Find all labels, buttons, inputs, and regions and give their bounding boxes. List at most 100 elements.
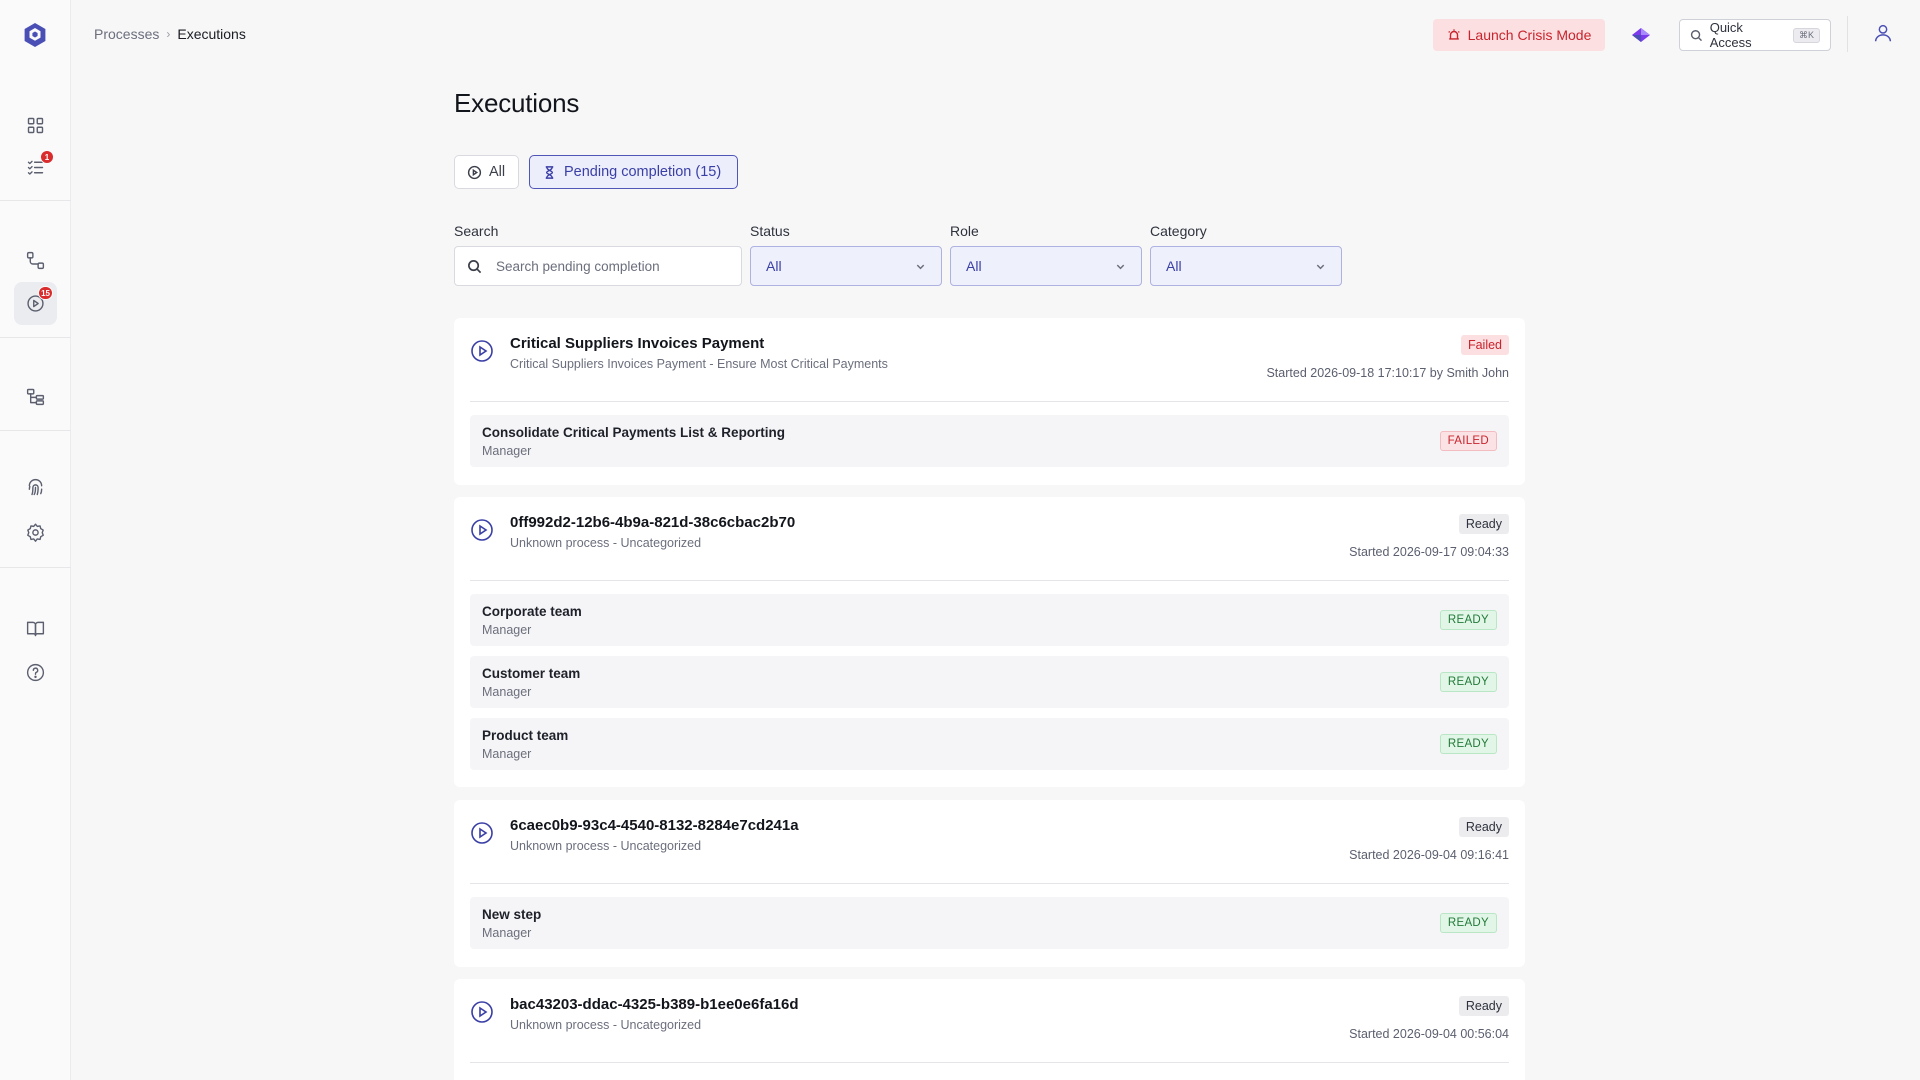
step-status-badge: READY bbox=[1439, 913, 1497, 933]
sidebar-item-processes[interactable] bbox=[20, 245, 50, 275]
execution-title[interactable]: bac43203-ddac-4325-b389-b1ee0e6fa16d bbox=[510, 996, 799, 1013]
step-name: Consolidate Critical Payments List & Rep… bbox=[482, 425, 786, 440]
role-select-value: All bbox=[966, 258, 982, 274]
step-status-badge: FAILED bbox=[1439, 431, 1497, 451]
step-role: Manager bbox=[482, 685, 532, 699]
executions-badge: 15 bbox=[38, 286, 53, 300]
step-role: Manager bbox=[482, 747, 532, 761]
step-row[interactable]: Consolidate Critical Payments List & Rep… bbox=[470, 415, 1509, 467]
status-badge: Failed bbox=[1460, 335, 1509, 355]
sidebar-divider bbox=[0, 430, 71, 431]
book-icon bbox=[26, 621, 44, 636]
step-status-badge: READY bbox=[1439, 672, 1497, 692]
sidebar-divider bbox=[0, 567, 71, 568]
execution-subtitle: Critical Suppliers Invoices Payment - En… bbox=[510, 357, 888, 371]
step-role: Manager bbox=[482, 926, 532, 940]
tasks-badge: 1 bbox=[40, 150, 54, 164]
execution-title[interactable]: 0ff992d2-12b6-4b9a-821d-38c6cbac2b70 bbox=[510, 514, 795, 531]
status-label: Status bbox=[750, 223, 790, 239]
sidebar-item-organization[interactable] bbox=[20, 381, 50, 411]
execution-started: Started 2026-09-18 17:10:17 by Smith Joh… bbox=[1266, 366, 1509, 380]
keyboard-shortcut: ⌘K bbox=[1792, 27, 1820, 43]
execution-card[interactable]: 0ff992d2-12b6-4b9a-821d-38c6cbac2b70 Unk… bbox=[454, 497, 1525, 787]
sidebar-item-executions[interactable]: 15 bbox=[14, 282, 57, 325]
fingerprint-icon bbox=[28, 478, 42, 495]
role-label: Role bbox=[950, 223, 979, 239]
breadcrumb: Processes › Executions bbox=[94, 26, 246, 42]
step-status-badge: READY bbox=[1439, 734, 1497, 754]
status-select[interactable]: All bbox=[750, 246, 942, 286]
sidebar-divider bbox=[0, 200, 71, 201]
breadcrumb-current: Executions bbox=[177, 26, 246, 42]
status-badge: Ready bbox=[1458, 514, 1509, 534]
step-row[interactable]: Customer team Manager READY bbox=[470, 656, 1509, 708]
step-name: Customer team bbox=[482, 666, 581, 681]
card-divider bbox=[470, 1062, 1509, 1063]
tab-pending-completion[interactable]: Pending completion (15) bbox=[529, 155, 738, 189]
sidebar-item-security[interactable] bbox=[20, 472, 50, 502]
sidebar-item-dashboard[interactable] bbox=[20, 110, 50, 140]
sidebar-item-tasks[interactable]: 1 bbox=[20, 150, 54, 182]
breadcrumb-processes-link[interactable]: Processes bbox=[94, 26, 159, 42]
category-select-value: All bbox=[1166, 258, 1182, 274]
gear-icon bbox=[26, 522, 44, 542]
step-status-badge: READY bbox=[1439, 610, 1497, 630]
execution-title[interactable]: 6caec0b9-93c4-4540-8132-8284e7cd241a bbox=[510, 817, 799, 834]
play-circle-icon[interactable] bbox=[470, 518, 494, 542]
search-icon bbox=[468, 259, 482, 273]
execution-card[interactable]: bac43203-ddac-4325-b389-b1ee0e6fa16d Unk… bbox=[454, 979, 1525, 1080]
execution-subtitle: Unknown process - Uncategorized bbox=[510, 536, 702, 550]
card-divider bbox=[470, 883, 1509, 884]
search-input[interactable] bbox=[496, 258, 729, 274]
chevron-right-icon: › bbox=[166, 27, 171, 41]
ai-assistant-icon[interactable] bbox=[1630, 24, 1652, 46]
execution-title[interactable]: Critical Suppliers Invoices Payment bbox=[510, 335, 764, 352]
hourglass-icon bbox=[545, 165, 554, 179]
siren-icon bbox=[1447, 29, 1460, 40]
step-name: Corporate team bbox=[482, 604, 582, 619]
execution-started: Started 2026-09-04 09:16:41 bbox=[1349, 848, 1509, 862]
step-row[interactable]: Corporate team Manager READY bbox=[470, 594, 1509, 646]
chevron-down-icon bbox=[916, 264, 925, 269]
user-profile-icon[interactable] bbox=[1872, 22, 1898, 48]
status-badge: Ready bbox=[1458, 817, 1509, 837]
quick-access-button[interactable]: Quick Access ⌘K bbox=[1679, 19, 1831, 51]
grid-icon bbox=[27, 117, 43, 133]
play-circle-icon[interactable] bbox=[470, 821, 494, 845]
step-name: Product team bbox=[482, 728, 569, 743]
execution-card[interactable]: Critical Suppliers Invoices Payment Crit… bbox=[454, 318, 1525, 485]
sidebar-item-settings[interactable] bbox=[20, 517, 50, 547]
play-circle-icon[interactable] bbox=[470, 339, 494, 363]
play-circle-icon[interactable] bbox=[470, 1000, 494, 1024]
execution-subtitle: Unknown process - Uncategorized bbox=[510, 1018, 702, 1032]
search-label: Search bbox=[454, 223, 499, 239]
chevron-down-icon bbox=[1316, 264, 1325, 269]
role-select[interactable]: All bbox=[950, 246, 1142, 286]
hierarchy-icon bbox=[26, 388, 44, 405]
play-circle-icon bbox=[467, 165, 482, 179]
launch-crisis-mode-button[interactable]: Launch Crisis Mode bbox=[1433, 19, 1605, 51]
step-row[interactable]: New step Manager READY bbox=[470, 897, 1509, 949]
sidebar-item-help[interactable] bbox=[20, 657, 50, 687]
app-logo-icon[interactable] bbox=[22, 22, 48, 48]
status-badge: Ready bbox=[1458, 996, 1509, 1016]
help-icon bbox=[26, 663, 44, 681]
execution-started: Started 2026-09-04 00:56:04 bbox=[1349, 1027, 1509, 1041]
sidebar: 1 15 bbox=[0, 0, 71, 1080]
category-select[interactable]: All bbox=[1150, 246, 1342, 286]
step-name: New step bbox=[482, 907, 542, 922]
sidebar-divider bbox=[0, 337, 71, 338]
search-field bbox=[454, 246, 742, 286]
tab-all-label: All bbox=[489, 164, 506, 180]
sidebar-item-docs[interactable] bbox=[20, 613, 50, 643]
chevron-down-icon bbox=[1116, 264, 1125, 269]
step-row[interactable]: Product team Manager READY bbox=[470, 718, 1509, 770]
step-role: Manager bbox=[482, 623, 532, 637]
tab-all[interactable]: All bbox=[454, 155, 519, 189]
search-icon bbox=[1690, 29, 1703, 41]
top-bar: Processes › Executions Launch Crisis Mod… bbox=[71, 0, 1920, 70]
crisis-label: Launch Crisis Mode bbox=[1467, 27, 1592, 43]
card-divider bbox=[470, 401, 1509, 402]
execution-card[interactable]: 6caec0b9-93c4-4540-8132-8284e7cd241a Unk… bbox=[454, 800, 1525, 967]
status-select-value: All bbox=[766, 258, 782, 274]
